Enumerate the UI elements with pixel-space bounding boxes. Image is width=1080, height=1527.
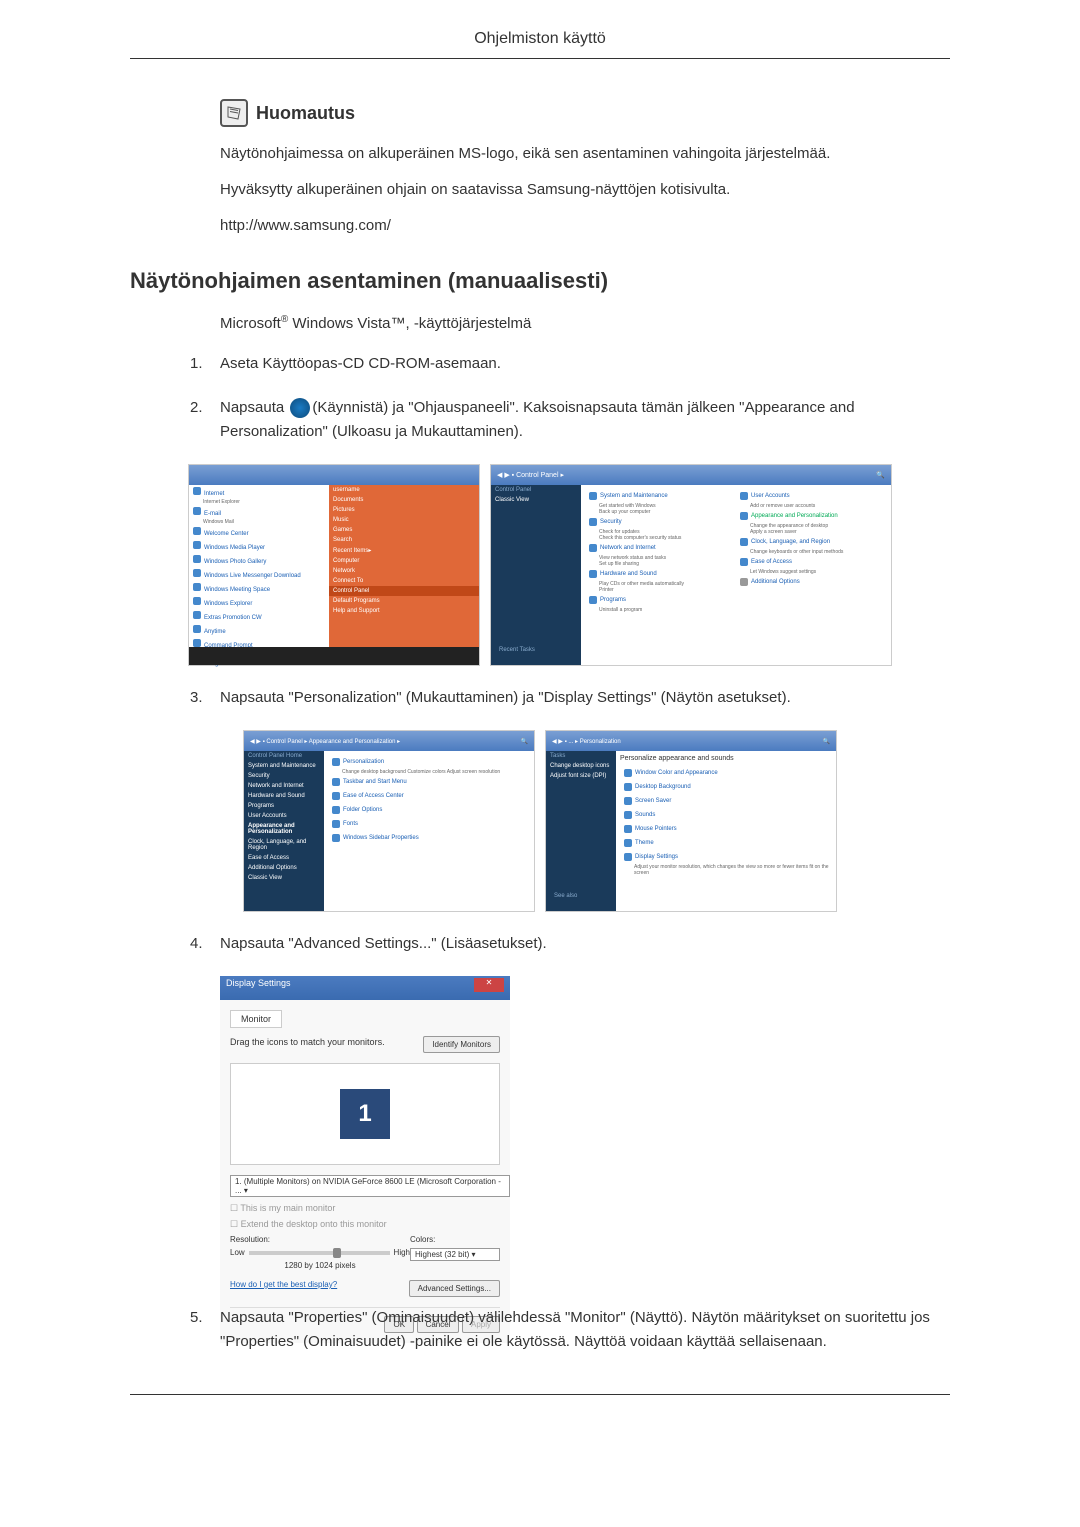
section-heading: Näytönohjaimen asentaminen (manuaalisest… xyxy=(130,268,950,294)
monitor-tab[interactable]: Monitor xyxy=(230,1010,282,1028)
identify-monitors-button[interactable]: Identify Monitors xyxy=(423,1036,500,1053)
step-text: Napsauta "Advanced Settings..." (Lisäase… xyxy=(220,932,950,956)
step-3: 3. Napsauta "Personalization" (Mukauttam… xyxy=(190,686,950,710)
drag-text: Drag the icons to match your monitors. xyxy=(230,1037,385,1047)
step-text: Aseta Käyttöopas-CD CD-ROM-asemaan. xyxy=(220,352,950,376)
monitor-preview: 1 xyxy=(230,1063,500,1165)
resolution-label: Resolution: xyxy=(230,1235,410,1244)
step-text: Napsauta "Personalization" (Mukauttamine… xyxy=(220,686,950,710)
help-link[interactable]: How do I get the best display? xyxy=(230,1280,337,1297)
step-1: 1. Aseta Käyttöopas-CD CD-ROM-asemaan. xyxy=(190,352,950,376)
extend-checkbox: Extend the desktop onto this monitor xyxy=(241,1219,387,1229)
note-section: Huomautus Näytönohjaimessa on alkuperäin… xyxy=(220,99,950,238)
note-text-1: Näytönohjaimessa on alkuperäinen MS-logo… xyxy=(220,142,950,166)
appearance-screenshot: ◀ ▶ ▪ Control Panel ▸ Appearance and Per… xyxy=(243,730,535,912)
display-settings-dialog: Display Settings ✕ Monitor Drag the icon… xyxy=(220,976,510,1276)
resolution-slider[interactable] xyxy=(249,1251,390,1255)
subtitle: Microsoft® Windows Vista™, -käyttöjärjes… xyxy=(220,314,950,332)
monitor-select[interactable]: 1. (Multiple Monitors) on NVIDIA GeForce… xyxy=(230,1175,510,1197)
step-num: 4. xyxy=(190,932,220,956)
note-icon xyxy=(220,99,248,127)
step-num: 1. xyxy=(190,352,220,376)
step-text: Napsauta (Käynnistä) ja "Ohjauspaneeli".… xyxy=(220,396,950,444)
resolution-value: 1280 by 1024 pixels xyxy=(230,1261,410,1270)
start-icon xyxy=(290,398,310,418)
step-4: 4. Napsauta "Advanced Settings..." (Lisä… xyxy=(190,932,950,956)
note-title: Huomautus xyxy=(256,103,355,124)
close-icon[interactable]: ✕ xyxy=(474,978,504,992)
monitor-icon[interactable]: 1 xyxy=(340,1089,390,1139)
dialog-title: Display Settings xyxy=(226,978,291,998)
main-monitor-checkbox: This is my main monitor xyxy=(240,1203,335,1213)
note-text-2: Hyväksytty alkuperäinen ohjain on saatav… xyxy=(220,178,950,202)
advanced-settings-button[interactable]: Advanced Settings... xyxy=(409,1280,500,1297)
step-num: 5. xyxy=(190,1306,220,1354)
colors-label: Colors: xyxy=(410,1235,500,1244)
control-panel-screenshot: ◀ ▶ ▪ Control Panel ▸ 🔍 Control Panel Cl… xyxy=(490,464,892,666)
step-5: 5. Napsauta "Properties" (Ominaisuudet) … xyxy=(190,1306,950,1354)
step-2: 2. Napsauta (Käynnistä) ja "Ohjauspaneel… xyxy=(190,396,950,444)
step-num: 2. xyxy=(190,396,220,444)
colors-select[interactable]: Highest (32 bit) ▾ xyxy=(410,1248,500,1261)
note-url: http://www.samsung.com/ xyxy=(220,214,950,238)
step-num: 3. xyxy=(190,686,220,710)
personalization-screenshot: ◀ ▶ ▪ ... ▸ Personalization 🔍 Tasks Chan… xyxy=(545,730,837,912)
step-text: Napsauta "Properties" (Ominaisuudet) väl… xyxy=(220,1306,950,1354)
page-header: Ohjelmiston käyttö xyxy=(130,30,950,59)
start-menu-screenshot: Internet Internet Explorer E-mail Window… xyxy=(188,464,480,666)
